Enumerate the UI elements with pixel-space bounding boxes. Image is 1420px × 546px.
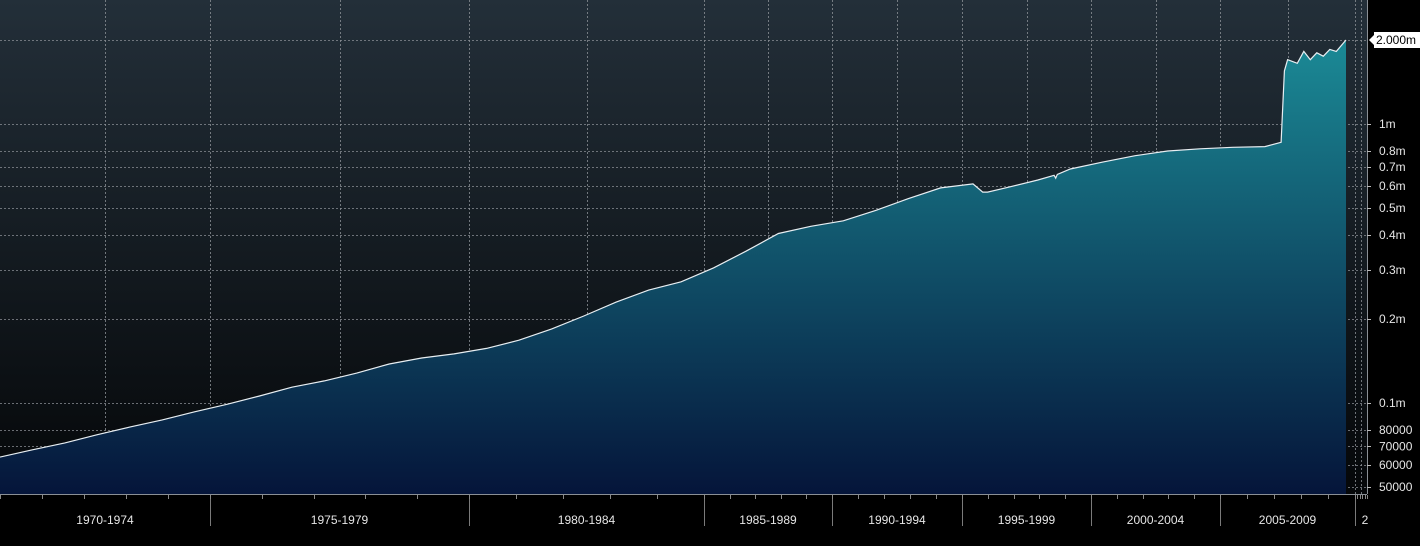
x-period-label: 1980-1984: [558, 513, 616, 527]
last-value-label: 2.000m: [1376, 33, 1416, 47]
y-tick-label: 1m: [1379, 117, 1396, 131]
chart: 50000 60000 70000 80000 0.1m 0.2m 0.3m 0.4m 0.5m…: [0, 0, 1420, 546]
x-axis-background: [0, 494, 1420, 546]
y-tick-label: 60000: [1379, 458, 1413, 472]
x-period-label: 1970-1974: [76, 513, 134, 527]
x-period-label: 1985-1989: [739, 513, 797, 527]
x-period-label: 1975-1979: [311, 513, 369, 527]
y-tick-label: 0.5m: [1379, 201, 1406, 215]
y-tick-label: 70000: [1379, 439, 1413, 453]
x-period-label: 2005-2009: [1259, 513, 1317, 527]
x-period-label: 2000-2004: [1127, 513, 1185, 527]
x-period-label: 2: [1362, 513, 1369, 527]
y-tick-label: 50000: [1379, 480, 1413, 494]
y-tick-label: 80000: [1379, 423, 1413, 437]
y-tick-label: 0.3m: [1379, 263, 1406, 277]
x-period-label: 1990-1994: [868, 513, 926, 527]
y-tick-label: 0.2m: [1379, 312, 1406, 326]
y-tick-label: 0.1m: [1379, 396, 1406, 410]
y-tick-label: 0.7m: [1379, 160, 1406, 174]
last-value-marker: 2.000m: [1369, 32, 1420, 48]
y-tick-label: 0.4m: [1379, 228, 1406, 242]
x-period-label: 1995-1999: [998, 513, 1056, 527]
y-tick-label: 0.8m: [1379, 144, 1406, 158]
y-tick-label: 0.6m: [1379, 179, 1406, 193]
